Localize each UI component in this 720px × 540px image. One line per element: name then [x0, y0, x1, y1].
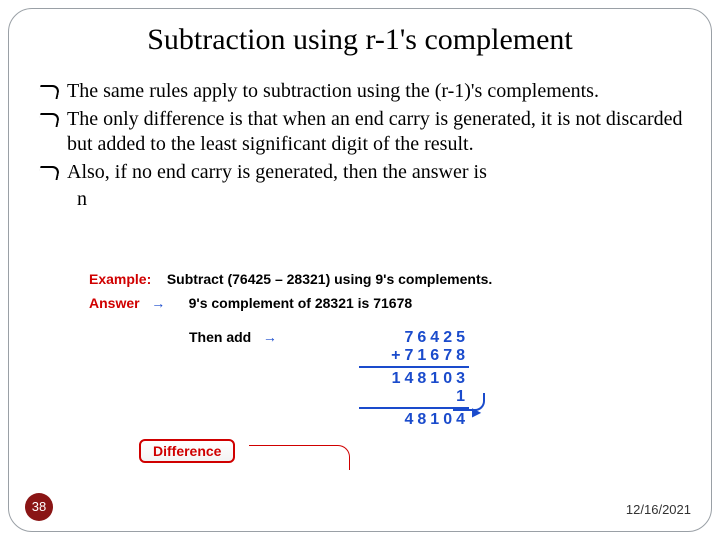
example-box: Example: Subtract (76425 – 28321) using …	[89, 271, 609, 311]
bullet-1-text: The same rules apply to subtraction usin…	[67, 80, 599, 102]
bullet-list: The same rules apply to subtraction usin…	[29, 79, 691, 213]
bullet-3: Also, if no end carry is generated, then…	[39, 160, 691, 186]
calculation-column: 76425 +71678 148103 1 48104	[359, 329, 469, 429]
complement-text: 9's complement of 28321 is 71678	[189, 295, 413, 311]
slide-title: Subtraction using r-1's complement	[29, 23, 691, 57]
rule-line	[359, 366, 469, 368]
difference-connector	[249, 445, 350, 470]
example-line: Example: Subtract (76425 – 28321) using …	[89, 271, 609, 287]
bullet-2-text: The only difference is that when an end …	[67, 108, 683, 156]
arrow-icon: →	[263, 329, 277, 345]
then-add-block: Then add →	[189, 329, 277, 345]
answer-label: Answer	[89, 295, 140, 311]
then-add-label: Then add	[189, 329, 251, 345]
bullet-2: The only difference is that when an end …	[39, 107, 691, 158]
final-result: 48104	[359, 411, 469, 429]
bullet-3-leftover: n	[39, 187, 691, 213]
addend-2: +71678	[359, 347, 469, 365]
answer-line: Answer → 9's complement of 28321 is 7167…	[89, 295, 609, 311]
bullet-1: The same rules apply to subtraction usin…	[39, 79, 691, 105]
example-label: Example:	[89, 271, 151, 287]
addend-1: 76425	[359, 329, 469, 347]
intermediate-sum: 148103	[359, 370, 469, 388]
slide-date: 12/16/2021	[626, 502, 691, 517]
arrow-icon: →	[151, 295, 165, 311]
difference-badge: Difference	[139, 439, 235, 463]
bullet-3-text: Also, if no end carry is generated, then…	[67, 161, 487, 183]
slide-frame: Subtraction using r-1's complement The s…	[8, 8, 712, 532]
carry-arrow-icon: ▶	[472, 405, 481, 420]
example-text: Subtract (76425 – 28321) using 9's compl…	[167, 271, 492, 287]
page-number: 38	[25, 493, 53, 521]
